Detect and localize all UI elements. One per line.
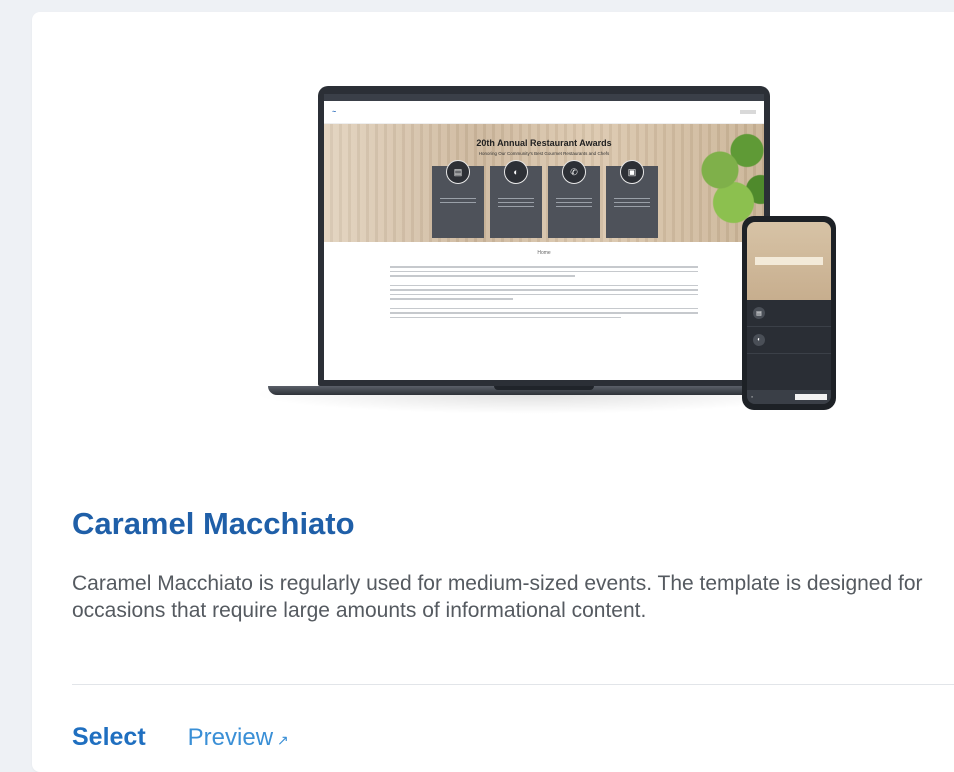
preview-label: Preview <box>187 724 274 751</box>
select-button[interactable]: Select <box>72 723 146 752</box>
laptop-screen: ~ 20th Annual Restaurant Awards Honoring… <box>324 94 764 380</box>
preview-logo: ~ <box>332 108 337 116</box>
preview-button[interactable]: Preview ↗ <box>188 724 289 752</box>
preview-paragraph <box>390 284 698 300</box>
preview-paragraph <box>390 266 698 277</box>
template-title: Caramel Macchiato <box>72 506 355 541</box>
external-link-icon: ↗ <box>277 732 289 748</box>
preview-site-title: 20th Annual Restaurant Awards <box>476 138 612 148</box>
phone-mockup: ▤ ◐ ≡ <box>742 216 836 410</box>
preview-tile: ✆ <box>548 160 600 238</box>
phone-row: ▤ <box>747 300 831 327</box>
phone-hero-card <box>755 257 823 265</box>
phone-footer: ≡ <box>747 390 831 404</box>
preview-site-subtitle: Honoring Our Community's Best Gourmet Re… <box>478 151 610 156</box>
preview-paragraph <box>390 307 698 318</box>
browser-bar <box>324 94 764 101</box>
phone-row: ◐ <box>747 327 831 354</box>
phone-footer-button <box>795 394 827 400</box>
laptop-notch <box>494 386 594 390</box>
phone-icon: ✆ <box>562 160 586 184</box>
template-card: ~ 20th Annual Restaurant Awards Honoring… <box>32 12 954 772</box>
phone-screen: ▤ ◐ ≡ <box>747 222 831 404</box>
preview-hero: 20th Annual Restaurant Awards Honoring O… <box>324 118 764 248</box>
divider <box>72 684 954 685</box>
laptop-mockup: ~ 20th Annual Restaurant Awards Honoring… <box>318 86 770 386</box>
preview-tile: ▤ <box>432 160 484 238</box>
preview-tile: ◐ <box>490 160 542 238</box>
image-icon: ▣ <box>620 160 644 184</box>
clipboard-icon: ▤ <box>446 160 470 184</box>
template-preview-image: ~ 20th Annual Restaurant Awards Honoring… <box>232 74 852 434</box>
preview-tile: ▣ <box>606 160 658 238</box>
compass-icon: ◐ <box>504 160 528 184</box>
preview-page-heading: Home <box>537 250 551 256</box>
phone-menu-icon: ≡ <box>751 395 754 399</box>
template-description: Caramel Macchiato is regularly used for … <box>72 572 923 622</box>
preview-nav-button <box>740 110 756 114</box>
template-actions: Select Preview ↗ <box>72 723 289 752</box>
compass-icon: ◐ <box>753 334 765 346</box>
preview-tiles: ▤ ◐ ✆ ▣ <box>432 160 658 238</box>
phone-hero <box>747 222 831 300</box>
clipboard-icon: ▤ <box>753 307 765 319</box>
